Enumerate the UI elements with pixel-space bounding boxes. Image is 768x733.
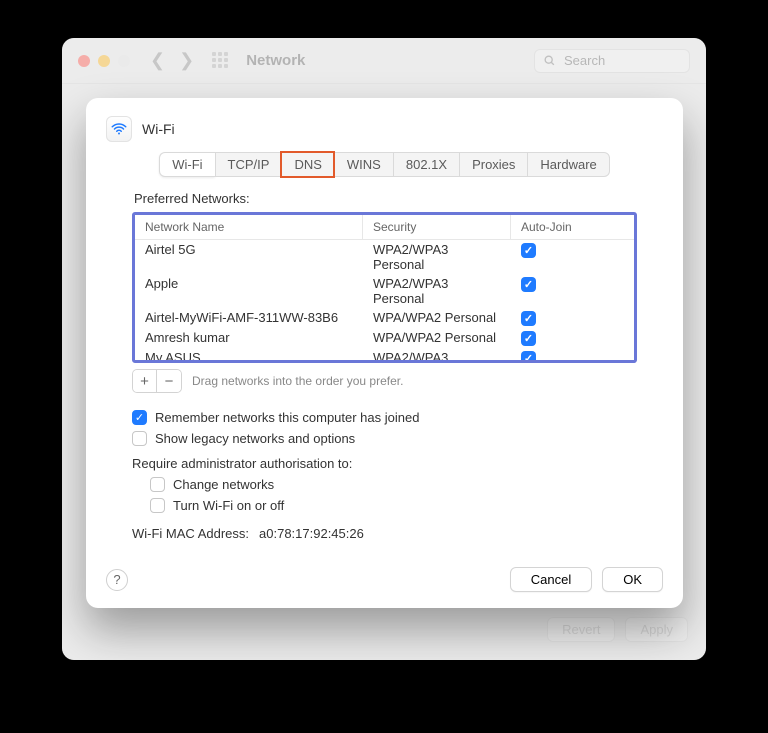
show-all-icon[interactable] — [212, 52, 230, 70]
tab-dns[interactable]: DNS — [281, 152, 333, 177]
window-title: Network — [246, 52, 305, 69]
tab-proxies[interactable]: Proxies — [459, 152, 527, 177]
admin-change-label: Change networks — [173, 477, 274, 492]
sheet-title: Wi-Fi — [142, 121, 175, 137]
legacy-checkbox[interactable] — [132, 431, 147, 446]
tab-802-1x[interactable]: 802.1X — [393, 152, 459, 177]
tab-tcp-ip[interactable]: TCP/IP — [215, 152, 282, 177]
search-icon — [543, 54, 556, 67]
drag-hint: Drag networks into the order you prefer. — [192, 374, 403, 388]
network-name-cell: Airtel-MyWiFi-AMF-311WW-83B6 — [135, 308, 363, 328]
admin-toggle-checkbox[interactable] — [150, 498, 165, 513]
cancel-button[interactable]: Cancel — [510, 567, 592, 592]
ok-button[interactable]: OK — [602, 567, 663, 592]
column-network-name[interactable]: Network Name — [135, 215, 363, 239]
traffic-lights — [78, 55, 130, 67]
network-autojoin-cell: ✓ — [511, 348, 634, 360]
network-autojoin-cell: ✓ — [511, 308, 634, 328]
network-security-cell: WPA2/WPA3 Personal — [363, 348, 511, 360]
network-security-cell: WPA/WPA2 Personal — [363, 308, 511, 328]
table-header: Network Name Security Auto-Join — [135, 215, 634, 240]
network-row[interactable]: AppleWPA2/WPA3 Personal ✓ — [135, 274, 634, 308]
add-network-button[interactable]: + — [133, 370, 157, 392]
mac-address-label: Wi-Fi MAC Address: — [132, 526, 249, 541]
preferred-networks-label: Preferred Networks: — [134, 191, 637, 206]
network-security-cell: WPA2/WPA3 Personal — [363, 240, 511, 274]
tab-wins[interactable]: WINS — [334, 152, 393, 177]
autojoin-checkbox[interactable]: ✓ — [521, 311, 536, 326]
admin-toggle-label: Turn Wi-Fi on or off — [173, 498, 284, 513]
network-row[interactable]: Airtel 5GWPA2/WPA3 Personal ✓ — [135, 240, 634, 274]
mac-address-value: a0:78:17:92:45:26 — [259, 526, 364, 541]
tab-wi-fi[interactable]: Wi-Fi — [159, 152, 214, 177]
back-button[interactable]: ❮ — [148, 50, 167, 71]
parent-footer: Revert Apply — [547, 617, 688, 642]
wifi-icon — [106, 116, 132, 142]
network-autojoin-cell: ✓ — [511, 328, 634, 348]
network-autojoin-cell: ✓ — [511, 240, 634, 274]
titlebar: ❮ ❯ Network — [62, 38, 706, 84]
network-row[interactable]: Airtel-MyWiFi-AMF-311WW-83B6WPA/WPA2 Per… — [135, 308, 634, 328]
forward-button[interactable]: ❯ — [177, 50, 196, 71]
autojoin-checkbox[interactable]: ✓ — [521, 243, 536, 258]
autojoin-checkbox[interactable]: ✓ — [521, 351, 536, 360]
tab-hardware[interactable]: Hardware — [527, 152, 609, 177]
remember-label: Remember networks this computer has join… — [155, 410, 419, 425]
revert-button[interactable]: Revert — [547, 617, 615, 642]
apply-button[interactable]: Apply — [625, 617, 688, 642]
autojoin-checkbox[interactable]: ✓ — [521, 277, 536, 292]
search-input[interactable] — [562, 52, 681, 69]
preferred-networks-table[interactable]: Network Name Security Auto-Join Airtel 5… — [132, 212, 637, 363]
zoom-dot[interactable] — [118, 55, 130, 67]
minimize-dot[interactable] — [98, 55, 110, 67]
remember-checkbox[interactable]: ✓ — [132, 410, 147, 425]
column-security[interactable]: Security — [363, 215, 511, 239]
network-name-cell: Amresh kumar — [135, 328, 363, 348]
network-name-cell: Apple — [135, 274, 363, 308]
network-row[interactable]: My ASUSWPA2/WPA3 Personal ✓ — [135, 348, 634, 360]
legacy-label: Show legacy networks and options — [155, 431, 355, 446]
network-security-cell: WPA/WPA2 Personal — [363, 328, 511, 348]
admin-auth-label: Require administrator authorisation to: — [132, 456, 352, 471]
help-button[interactable]: ? — [106, 569, 128, 591]
close-dot[interactable] — [78, 55, 90, 67]
column-autojoin[interactable]: Auto-Join — [511, 215, 634, 239]
admin-change-checkbox[interactable] — [150, 477, 165, 492]
wifi-advanced-sheet: Wi-Fi Wi-FiTCP/IPDNSWINS802.1XProxiesHar… — [86, 98, 683, 608]
network-security-cell: WPA2/WPA3 Personal — [363, 274, 511, 308]
network-row[interactable]: Amresh kumarWPA/WPA2 Personal ✓ — [135, 328, 634, 348]
network-autojoin-cell: ✓ — [511, 274, 634, 308]
tab-bar: Wi-FiTCP/IPDNSWINS802.1XProxiesHardware — [106, 152, 663, 177]
search-field[interactable] — [534, 49, 690, 73]
add-remove-group: + − — [132, 369, 182, 393]
autojoin-checkbox[interactable]: ✓ — [521, 331, 536, 346]
network-name-cell: Airtel 5G — [135, 240, 363, 274]
network-name-cell: My ASUS — [135, 348, 363, 360]
remove-network-button[interactable]: − — [157, 370, 181, 392]
